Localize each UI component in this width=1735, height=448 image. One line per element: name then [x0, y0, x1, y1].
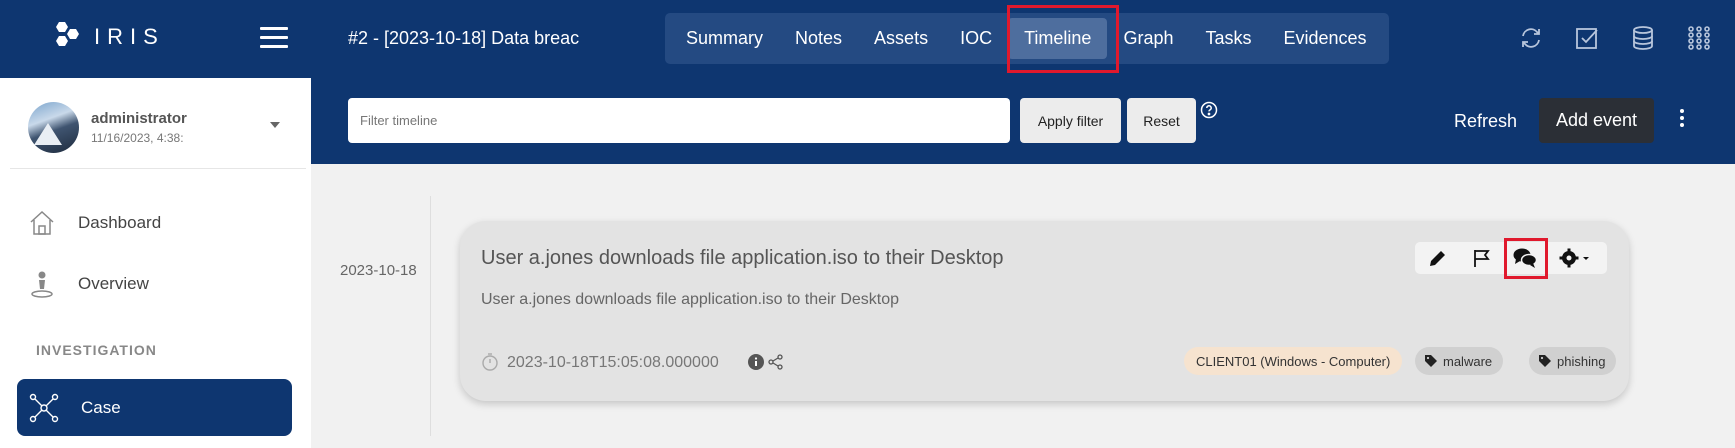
tab-assets[interactable]: Assets: [858, 18, 944, 59]
sidebar-item-dashboard[interactable]: Dashboard: [28, 209, 161, 237]
event-description: User a.jones downloads file application.…: [481, 291, 900, 308]
case-title: #2 - [2023-10-18] Data breac: [348, 28, 580, 48]
menu-toggle-button[interactable]: [260, 27, 288, 49]
kebab-dot: [1680, 123, 1684, 127]
user-date: 11/16/2023, 4:38:: [91, 131, 184, 145]
top-navbar: IRIS #2 - [2023-10-18] Data breac Summar…: [0, 0, 1735, 78]
logo-text: IRIS: [94, 24, 165, 49]
tab-summary[interactable]: Summary: [670, 18, 779, 59]
timeline-toolbar: Apply filter Reset Refresh Add event: [311, 78, 1735, 164]
kebab-dot: [1680, 109, 1684, 113]
user-menu-caret-icon[interactable]: [270, 122, 280, 128]
reset-button[interactable]: Reset: [1127, 98, 1196, 143]
tag-malware[interactable]: malware: [1415, 347, 1504, 375]
tag-phishing[interactable]: phishing: [1529, 347, 1617, 375]
tag-label: phishing: [1557, 353, 1606, 369]
tasks-check-icon[interactable]: [1573, 24, 1601, 52]
apply-filter-button[interactable]: Apply filter: [1020, 98, 1121, 143]
sidebar-item-case[interactable]: Case: [17, 379, 292, 436]
event-title: User a.jones downloads file application.…: [481, 247, 1004, 269]
timeline-event-card[interactable]: User a.jones downloads file application.…: [460, 221, 1629, 401]
burger-line: [260, 45, 288, 48]
apps-grid-icon[interactable]: [1685, 24, 1713, 52]
edit-pencil-icon[interactable]: [1423, 246, 1453, 270]
sidebar-divider: [10, 168, 306, 169]
event-action-bar: [1415, 242, 1607, 274]
sidebar-item-label: Overview: [78, 274, 149, 293]
help-icon[interactable]: [1200, 101, 1218, 119]
timeline-axis-line: [430, 196, 431, 436]
sidebar-section-investigation: INVESTIGATION: [36, 342, 157, 358]
avatar[interactable]: [28, 102, 79, 153]
tab-tasks[interactable]: Tasks: [1189, 18, 1267, 59]
home-icon: [30, 210, 54, 235]
sidebar: administrator 11/16/2023, 4:38: Dashboar…: [0, 78, 311, 448]
case-tabs: Summary Notes Assets IOC Timeline Graph …: [665, 13, 1389, 64]
logo-hexagon-icon: [56, 22, 79, 46]
tag-label: malware: [1443, 353, 1493, 369]
asset-badge[interactable]: CLIENT01 (Windows - Computer): [1184, 347, 1403, 375]
more-options-icon[interactable]: [1677, 109, 1687, 131]
tag-icon: [1425, 355, 1437, 367]
network-icon: [29, 393, 59, 422]
tab-notes[interactable]: Notes: [779, 18, 858, 59]
tab-evidences[interactable]: Evidences: [1268, 18, 1383, 59]
burger-line: [260, 27, 288, 30]
top-icon-group: [1517, 24, 1713, 52]
comments-icon[interactable]: [1510, 246, 1540, 270]
tab-ioc[interactable]: IOC: [944, 18, 1008, 59]
map-marker-icon: [31, 271, 53, 298]
kebab-dot: [1680, 116, 1684, 120]
sidebar-item-overview[interactable]: Overview: [28, 270, 149, 298]
database-icon[interactable]: [1629, 24, 1657, 52]
logo[interactable]: IRIS: [50, 20, 165, 54]
settings-gear-dropdown-icon[interactable]: [1557, 246, 1595, 270]
event-timestamp: 2023-10-18T15:05:08.000000: [507, 354, 719, 371]
refresh-button[interactable]: Refresh: [1454, 111, 1517, 132]
timeline-date: 2023-10-18: [340, 262, 417, 279]
sync-icon[interactable]: [1517, 24, 1545, 52]
user-name: administrator: [91, 110, 187, 127]
share-nodes-icon[interactable]: [768, 354, 784, 370]
user-info: administrator 11/16/2023, 4:38:: [91, 110, 187, 145]
tab-graph[interactable]: Graph: [1107, 18, 1189, 59]
filter-timeline-input[interactable]: [348, 98, 1010, 143]
user-panel: administrator 11/16/2023, 4:38:: [28, 102, 187, 153]
sidebar-item-label: Case: [81, 397, 121, 417]
flag-icon[interactable]: [1467, 246, 1497, 270]
burger-line: [260, 36, 288, 39]
tag-icon: [1539, 355, 1551, 367]
stopwatch-icon: [482, 353, 498, 371]
info-icon[interactable]: [748, 354, 764, 370]
tab-timeline[interactable]: Timeline: [1008, 18, 1108, 59]
add-event-button[interactable]: Add event: [1539, 98, 1654, 143]
sidebar-item-label: Dashboard: [78, 213, 162, 232]
